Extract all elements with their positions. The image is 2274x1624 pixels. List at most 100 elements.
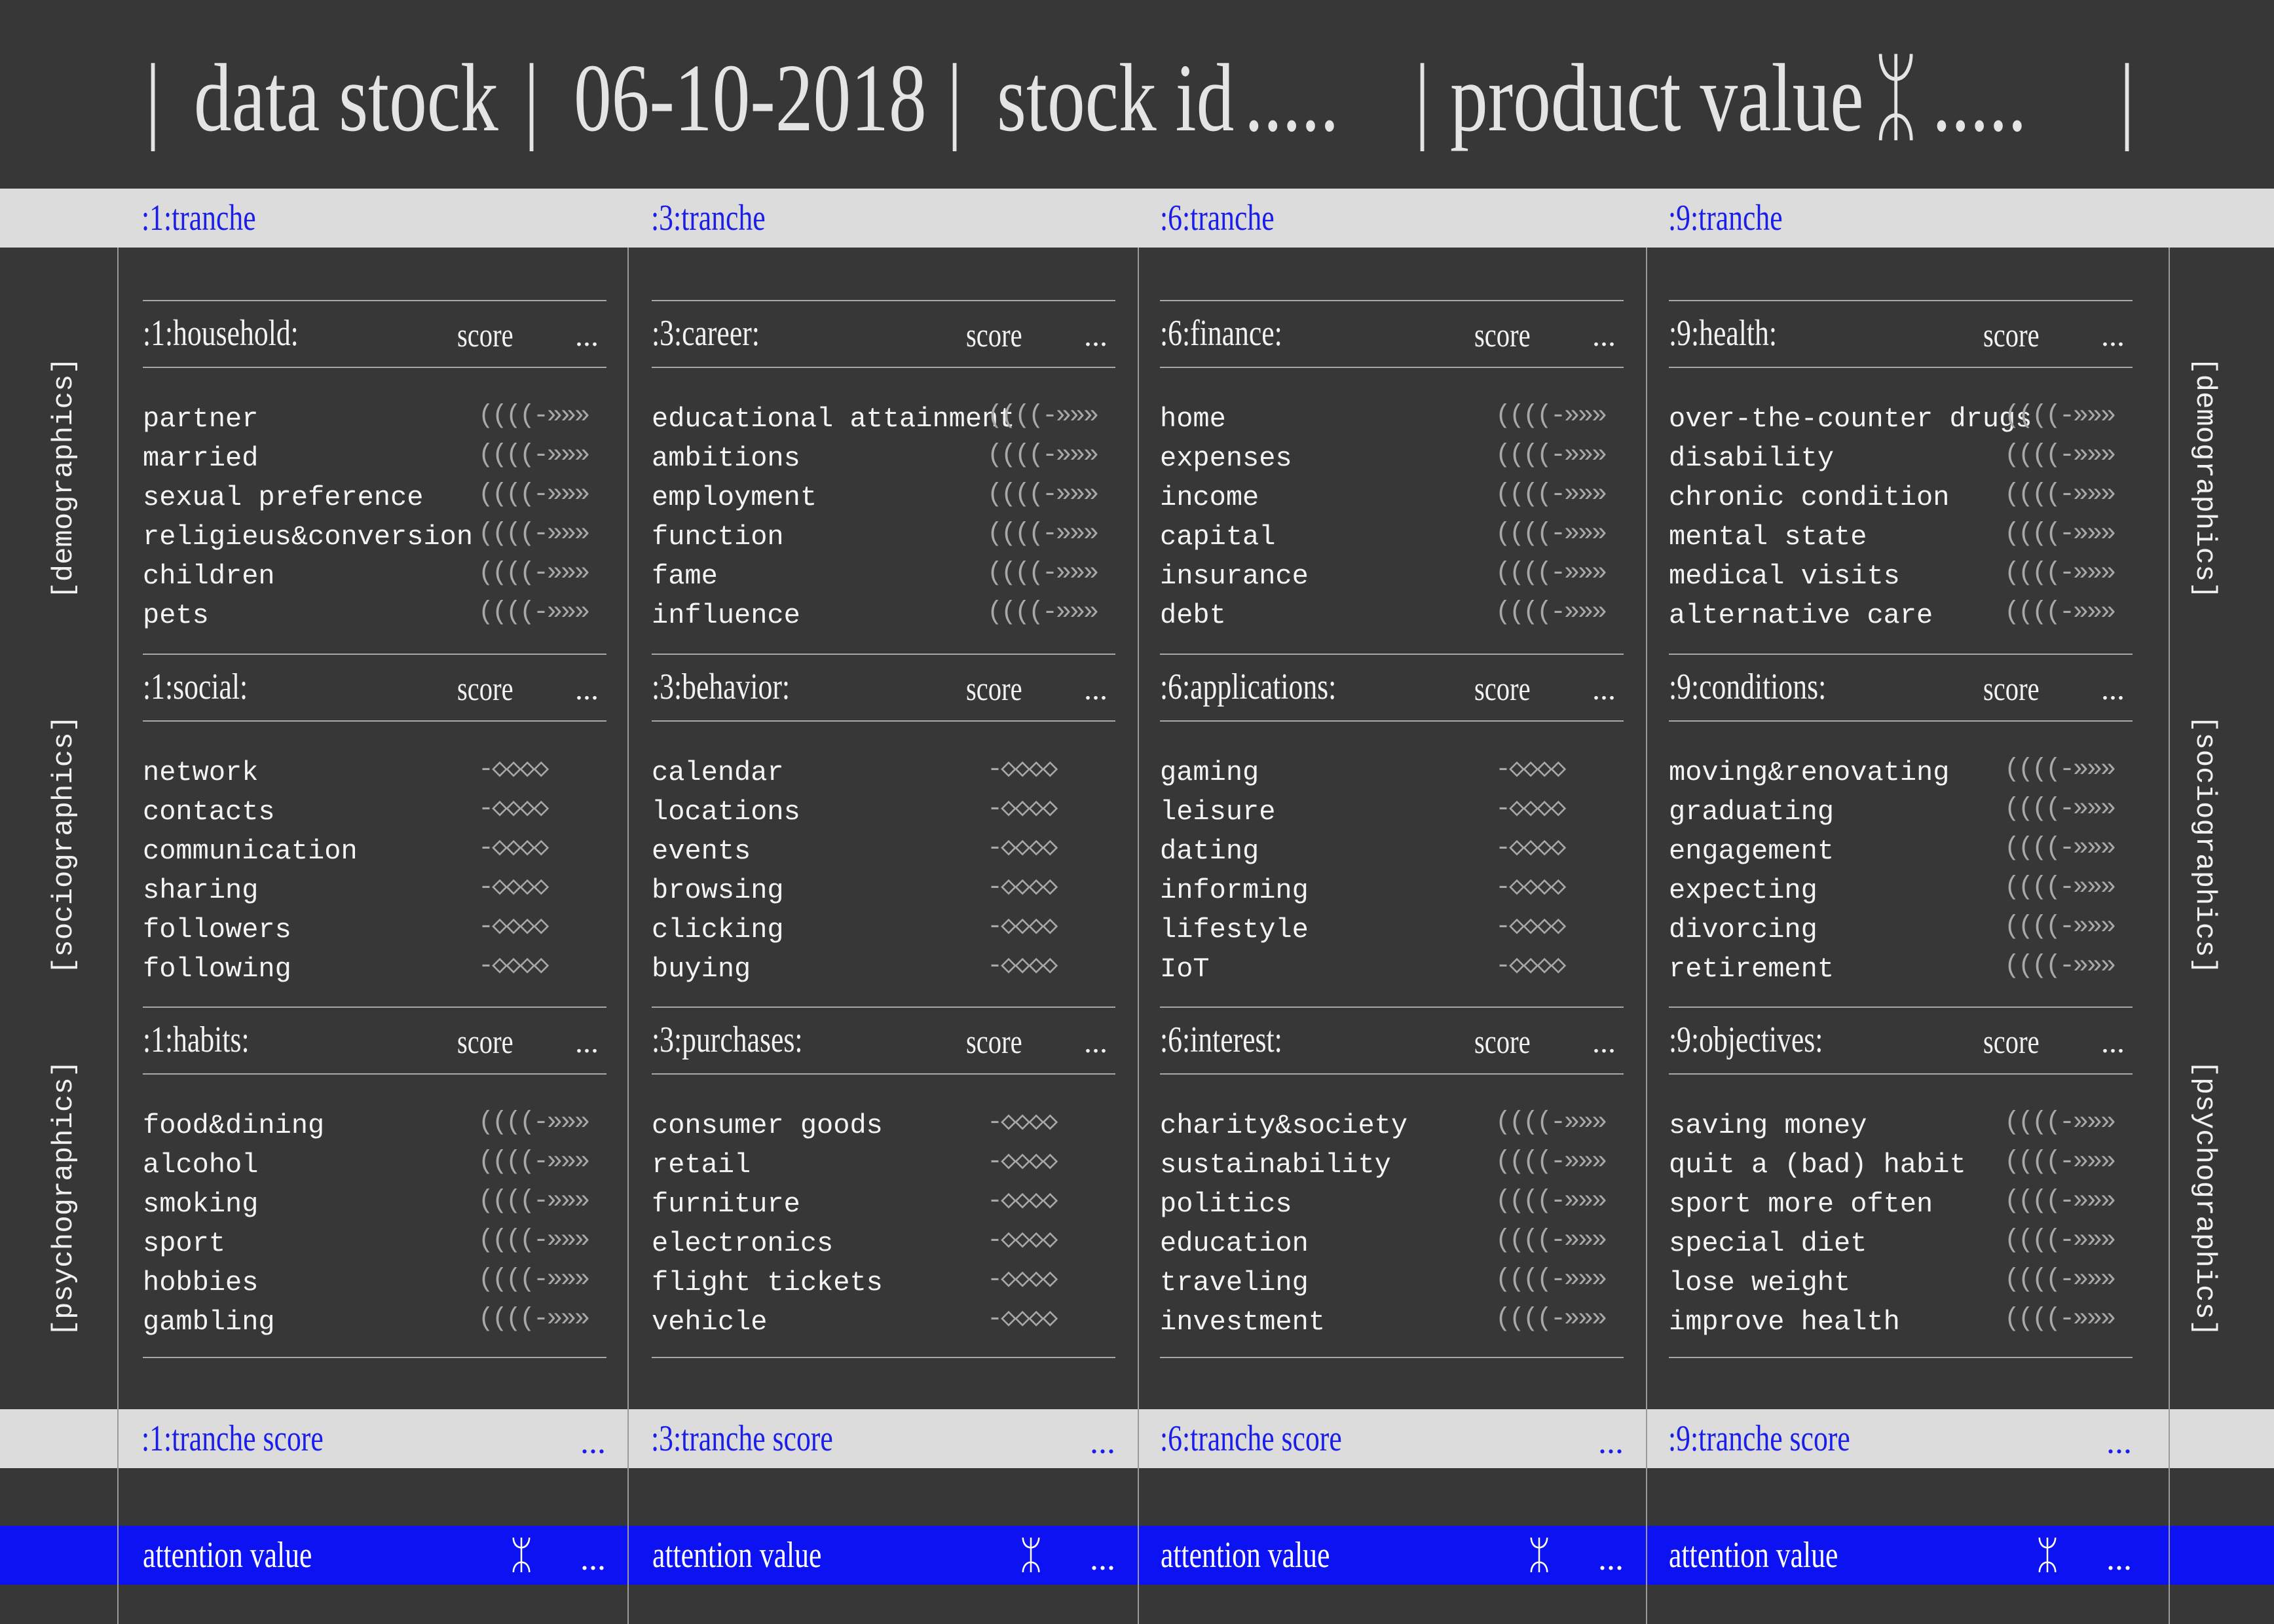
section-divider — [1669, 367, 2133, 368]
section-title: :3:behavior: — [652, 667, 791, 707]
list-item: engagement — [1669, 836, 1835, 867]
list-item: flight tickets — [652, 1267, 883, 1299]
score-indicator-icon: ((((-»»» — [2004, 755, 2116, 784]
score-indicator-icon: -◇◇◇◇ — [987, 1108, 1058, 1137]
header-stock-id-label: stock id — [997, 45, 1235, 152]
score-indicator-icon: -◇◇◇◇ — [987, 1226, 1058, 1255]
score-indicator-icon: -◇◇◇◇ — [987, 951, 1058, 981]
score-label: score — [966, 1024, 1022, 1061]
score-indicator-icon: ((((-»»» — [987, 401, 1099, 431]
score-indicator-icon: ((((-»»» — [1495, 1304, 1607, 1334]
score-indicator-icon: ((((-»»» — [478, 480, 590, 509]
score-label: score — [1474, 317, 1531, 354]
header: | data stock | 06-10-2018 | stock id ...… — [0, 0, 2274, 189]
list-item: sport — [143, 1228, 226, 1259]
header-bar: | — [145, 45, 161, 152]
list-item: lifestyle — [1160, 914, 1309, 946]
list-item: fame — [652, 561, 718, 592]
section-divider — [143, 1357, 606, 1358]
tranche-score-label: :3:tranche score — [651, 1418, 833, 1459]
attention-value: ... — [2106, 1540, 2132, 1578]
list-item: sport more often — [1669, 1189, 1933, 1220]
score-indicator-icon: ((((-»»» — [1495, 480, 1607, 509]
section-more: ... — [2101, 1025, 2125, 1060]
list-item: expenses — [1160, 443, 1292, 474]
list-item: electronics — [652, 1228, 834, 1259]
score-indicator-icon: -◇◇◇◇ — [1495, 873, 1566, 902]
score-indicator-icon: ((((-»»» — [987, 480, 1099, 509]
list-item: politics — [1160, 1189, 1292, 1220]
section-more: ... — [575, 672, 599, 707]
header-title: data stock — [194, 45, 498, 152]
section-more: ... — [1084, 672, 1108, 707]
tranche-label: :3:tranche — [651, 198, 766, 238]
attention-band: attention value ᛯ ... attention value ᛯ … — [0, 1526, 2274, 1585]
list-item: debt — [1160, 600, 1226, 631]
currency-icon: ᛯ — [510, 1534, 533, 1577]
score-indicator-icon: -◇◇◇◇ — [1495, 834, 1566, 863]
section-divider — [652, 1006, 1115, 1008]
score-indicator-icon: ((((-»»» — [2004, 834, 2116, 863]
list-item: graduating — [1669, 796, 1835, 828]
score-indicator-icon: ((((-»»» — [2004, 598, 2116, 627]
score-indicator-icon: ((((-»»» — [1495, 441, 1607, 470]
score-indicator-icon: ((((-»»» — [2004, 912, 2116, 942]
tranche-score-band: :1:tranche score ... :3:tranche score ..… — [0, 1409, 2274, 1468]
score-label: score — [457, 317, 513, 354]
list-item: medical visits — [1669, 561, 1900, 592]
list-item: traveling — [1160, 1267, 1309, 1299]
score-label: score — [1983, 671, 2040, 708]
score-indicator-icon: ((((-»»» — [478, 1147, 590, 1177]
score-indicator-icon: ((((-»»» — [1495, 1147, 1607, 1177]
list-item: income — [1160, 482, 1259, 513]
list-item: events — [652, 836, 751, 867]
list-item: contacts — [143, 796, 275, 828]
section-divider — [1669, 1357, 2133, 1358]
list-item: investment — [1160, 1306, 1326, 1338]
tranche-label: :6:tranche — [1160, 198, 1275, 238]
list-item: locations — [652, 796, 800, 828]
section-more: ... — [1084, 318, 1108, 353]
list-item: children — [143, 561, 275, 592]
list-item: browsing — [652, 875, 784, 906]
attention-label: attention value — [1161, 1535, 1330, 1576]
section-divider — [1160, 654, 1624, 655]
score-indicator-icon: ((((-»»» — [478, 598, 590, 627]
header-bar: | — [524, 45, 540, 152]
section-divider — [1669, 1073, 2133, 1075]
header-stock-id-value: ..... — [1244, 45, 1339, 152]
currency-icon: ᛯ — [2036, 1534, 2059, 1577]
section-divider — [652, 367, 1115, 368]
section-divider — [652, 654, 1115, 655]
score-indicator-icon: ((((-»»» — [478, 441, 590, 470]
score-indicator-icon: -◇◇◇◇ — [987, 873, 1058, 902]
score-indicator-icon: ((((-»»» — [1495, 1187, 1607, 1216]
score-indicator-icon: ((((-»»» — [1495, 559, 1607, 588]
section-title: :3:career: — [652, 313, 760, 354]
score-indicator-icon: -◇◇◇◇ — [1495, 794, 1566, 824]
score-indicator-icon: -◇◇◇◇ — [987, 1304, 1058, 1334]
currency-icon: ᛯ — [1019, 1534, 1043, 1577]
section-title: :9:health: — [1669, 313, 1777, 354]
section-divider — [652, 1073, 1115, 1075]
tranche-score-value: ... — [2106, 1424, 2132, 1461]
score-indicator-icon: -◇◇◇◇ — [987, 1187, 1058, 1216]
score-label: score — [457, 671, 513, 708]
tranche-score-label: :9:tranche score — [1668, 1418, 1850, 1459]
score-indicator-icon: ((((-»»» — [478, 1226, 590, 1255]
section-divider — [1160, 1073, 1624, 1075]
score-indicator-icon: -◇◇◇◇ — [1495, 912, 1566, 942]
section-divider — [1160, 367, 1624, 368]
header-bar: | — [1415, 45, 1430, 152]
list-item: leisure — [1160, 796, 1276, 828]
section-divider — [143, 720, 606, 722]
section-title: :1:household: — [143, 313, 299, 354]
section-divider — [1160, 1006, 1624, 1008]
list-item: followers — [143, 914, 291, 946]
score-indicator-icon: ((((-»»» — [987, 441, 1099, 470]
attention-value: ... — [1090, 1540, 1115, 1578]
section-more: ... — [2101, 318, 2125, 353]
score-indicator-icon: -◇◇◇◇ — [478, 873, 549, 902]
list-item: quit a (bad) habit — [1669, 1149, 1966, 1181]
score-label: score — [1983, 1024, 2040, 1061]
